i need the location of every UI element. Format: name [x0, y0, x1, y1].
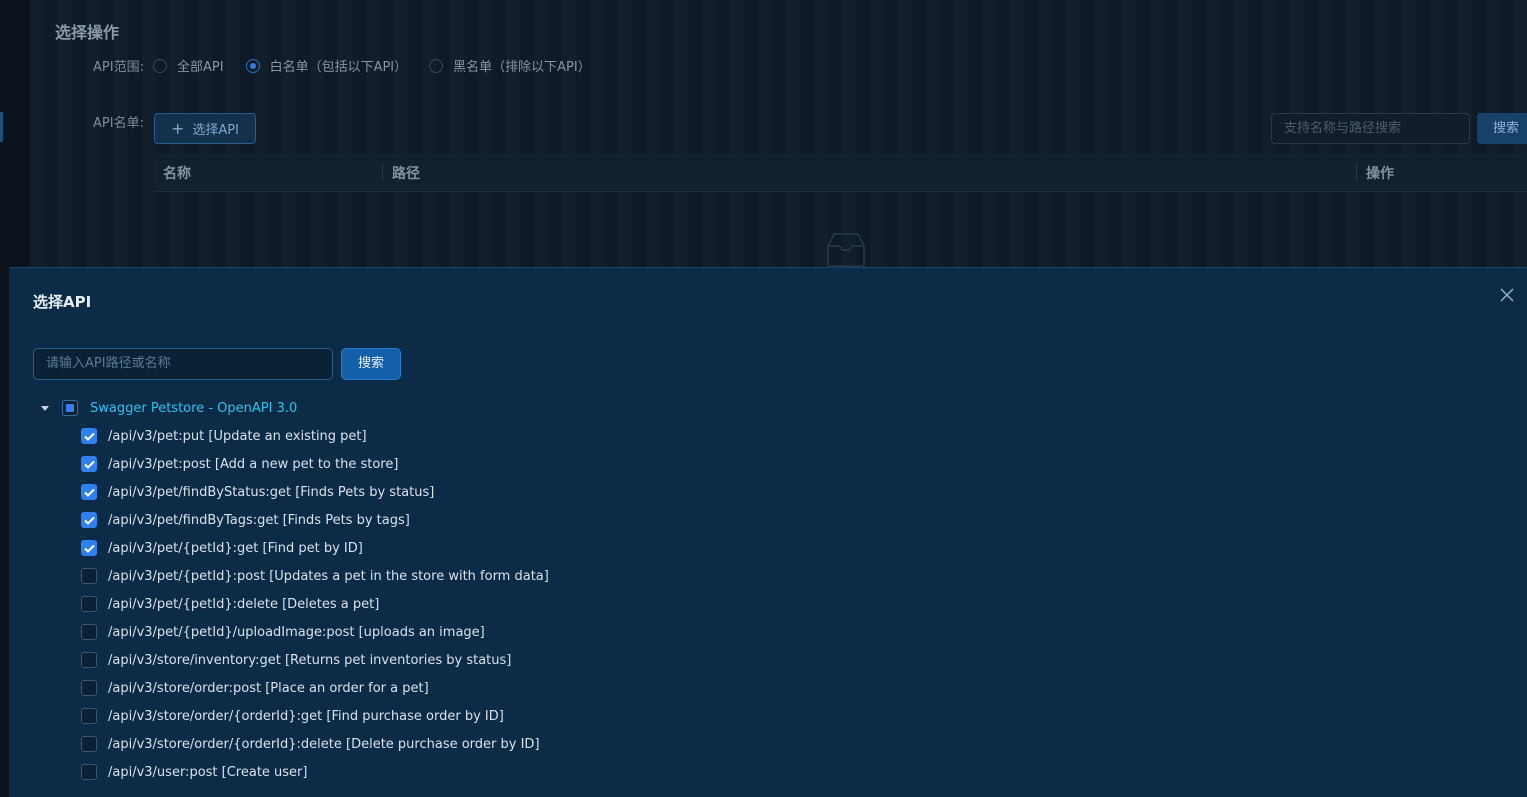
- tree-root-label[interactable]: Swagger Petstore - OpenAPI 3.0: [90, 401, 297, 416]
- api-list-search-button[interactable]: 搜索: [1477, 113, 1527, 144]
- checkbox-checked[interactable]: [81, 428, 97, 444]
- tree-item-label[interactable]: /api/v3/pet/{petId}:get [Find pet by ID]: [108, 541, 363, 556]
- checkbox-checked[interactable]: [81, 540, 97, 556]
- select-api-button[interactable]: + 选择API: [154, 113, 256, 144]
- tree-item[interactable]: /api/v3/pet/findByTags:get [Finds Pets b…: [33, 506, 1513, 534]
- tree-root-node[interactable]: Swagger Petstore - OpenAPI 3.0: [33, 394, 1513, 422]
- tree-item-label[interactable]: /api/v3/store/order/{orderId}:delete [De…: [108, 737, 540, 752]
- tree-item[interactable]: /api/v3/pet/{petId}:post [Updates a pet …: [33, 562, 1513, 590]
- tree-item[interactable]: /api/v3/pet:post [Add a new pet to the s…: [33, 450, 1513, 478]
- tree-item[interactable]: /api/v3/store/inventory:get [Returns pet…: [33, 646, 1513, 674]
- tree-item-label[interactable]: /api/v3/pet/findByTags:get [Finds Pets b…: [108, 513, 410, 528]
- radio-all-api[interactable]: 全部API: [153, 56, 224, 75]
- checkbox[interactable]: [81, 680, 97, 696]
- checkbox-checked[interactable]: [81, 484, 97, 500]
- radio-label: 黑名单（排除以下API）: [453, 60, 591, 75]
- api-scope-radio-group: 全部API 白名单（包括以下API） 黑名单（排除以下API）: [153, 56, 613, 75]
- checkbox[interactable]: [81, 708, 97, 724]
- tree-item-label[interactable]: /api/v3/pet:post [Add a new pet to the s…: [108, 457, 398, 472]
- column-header-actions: 操作: [1366, 166, 1394, 182]
- tree-item[interactable]: /api/v3/store/order/{orderId}:delete [De…: [33, 730, 1513, 758]
- tree-item[interactable]: /api/v3/pet/{petId}:delete [Deletes a pe…: [33, 590, 1513, 618]
- checkbox-checked[interactable]: [81, 456, 97, 472]
- tree-item-label[interactable]: /api/v3/user:post [Create user]: [108, 765, 307, 780]
- checkbox[interactable]: [81, 764, 97, 780]
- tree-item[interactable]: /api/v3/store/order/{orderId}:get [Find …: [33, 702, 1513, 730]
- tree-item[interactable]: /api/v3/pet/findByStatus:get [Finds Pets…: [33, 478, 1513, 506]
- tree-item-label[interactable]: /api/v3/pet/findByStatus:get [Finds Pets…: [108, 485, 434, 500]
- api-scope-label: API范围:: [93, 60, 144, 75]
- api-table-header: 名称 路径 操作: [153, 153, 1527, 192]
- checkbox[interactable]: [81, 596, 97, 612]
- tree-item[interactable]: /api/v3/store/order:post [Place an order…: [33, 674, 1513, 702]
- radio-blacklist[interactable]: 黑名单（排除以下API）: [429, 56, 591, 75]
- close-icon[interactable]: [1499, 287, 1515, 303]
- radio-dot: [429, 58, 444, 73]
- radio-whitelist[interactable]: 白名单（包括以下API）: [245, 56, 408, 75]
- tree-item-label[interactable]: /api/v3/pet:put [Update an existing pet]: [108, 429, 367, 444]
- radio-label: 全部API: [177, 60, 224, 75]
- modal-search-input[interactable]: 请输入API路径或名称: [33, 348, 333, 380]
- column-divider: [382, 163, 383, 181]
- select-api-modal: 选择API 请输入API路径或名称 搜索 Swagger Petstore - …: [9, 267, 1527, 797]
- api-tree: Swagger Petstore - OpenAPI 3.0 /api/v3/p…: [33, 394, 1513, 786]
- column-header-path: 路径: [392, 166, 420, 182]
- column-divider: [1356, 163, 1357, 181]
- tree-item-label[interactable]: /api/v3/store/inventory:get [Returns pet…: [108, 653, 511, 668]
- modal-title: 选择API: [33, 293, 92, 311]
- select-api-button-label: 选择API: [192, 123, 239, 138]
- api-list-search-input[interactable]: 支持名称与路径搜索: [1271, 113, 1470, 144]
- tree-item[interactable]: /api/v3/pet/{petId}:get [Find pet by ID]: [33, 534, 1513, 562]
- tree-item-label[interactable]: /api/v3/pet/{petId}:delete [Deletes a pe…: [108, 597, 379, 612]
- tree-item-label[interactable]: /api/v3/pet/{petId}/uploadImage:post [up…: [108, 625, 485, 640]
- radio-label: 白名单（包括以下API）: [269, 60, 408, 75]
- column-header-name: 名称: [163, 166, 191, 182]
- tree-children: /api/v3/pet:put [Update an existing pet]…: [33, 422, 1513, 786]
- caret-down-icon[interactable]: [41, 405, 49, 411]
- checkbox[interactable]: [81, 652, 97, 668]
- sidebar-active-marker: [0, 112, 3, 142]
- page: 选择操作 API范围: 全部API 白名单（包括以下API） 黑名单（排除以下A…: [0, 0, 1527, 797]
- checkbox-checked[interactable]: [81, 512, 97, 528]
- api-list-label: API名单:: [93, 116, 144, 131]
- checkbox[interactable]: [81, 568, 97, 584]
- tree-root-checkbox[interactable]: [62, 400, 78, 416]
- radio-dot-selected: [245, 58, 260, 73]
- section-title: 选择操作: [55, 23, 120, 42]
- checkbox[interactable]: [81, 624, 97, 640]
- tree-item-label[interactable]: /api/v3/store/order/{orderId}:get [Find …: [108, 709, 504, 724]
- modal-search-button[interactable]: 搜索: [341, 348, 401, 380]
- tree-item-label[interactable]: /api/v3/pet/{petId}:post [Updates a pet …: [108, 569, 549, 584]
- tree-item[interactable]: /api/v3/pet:put [Update an existing pet]: [33, 422, 1513, 450]
- checkbox[interactable]: [81, 736, 97, 752]
- empty-box-icon: [827, 233, 865, 267]
- tree-item-label[interactable]: /api/v3/store/order:post [Place an order…: [108, 681, 429, 696]
- plus-icon: +: [171, 119, 185, 138]
- radio-dot: [153, 58, 167, 73]
- tree-item[interactable]: /api/v3/pet/{petId}/uploadImage:post [up…: [33, 618, 1513, 646]
- tree-item[interactable]: /api/v3/user:post [Create user]: [33, 758, 1513, 786]
